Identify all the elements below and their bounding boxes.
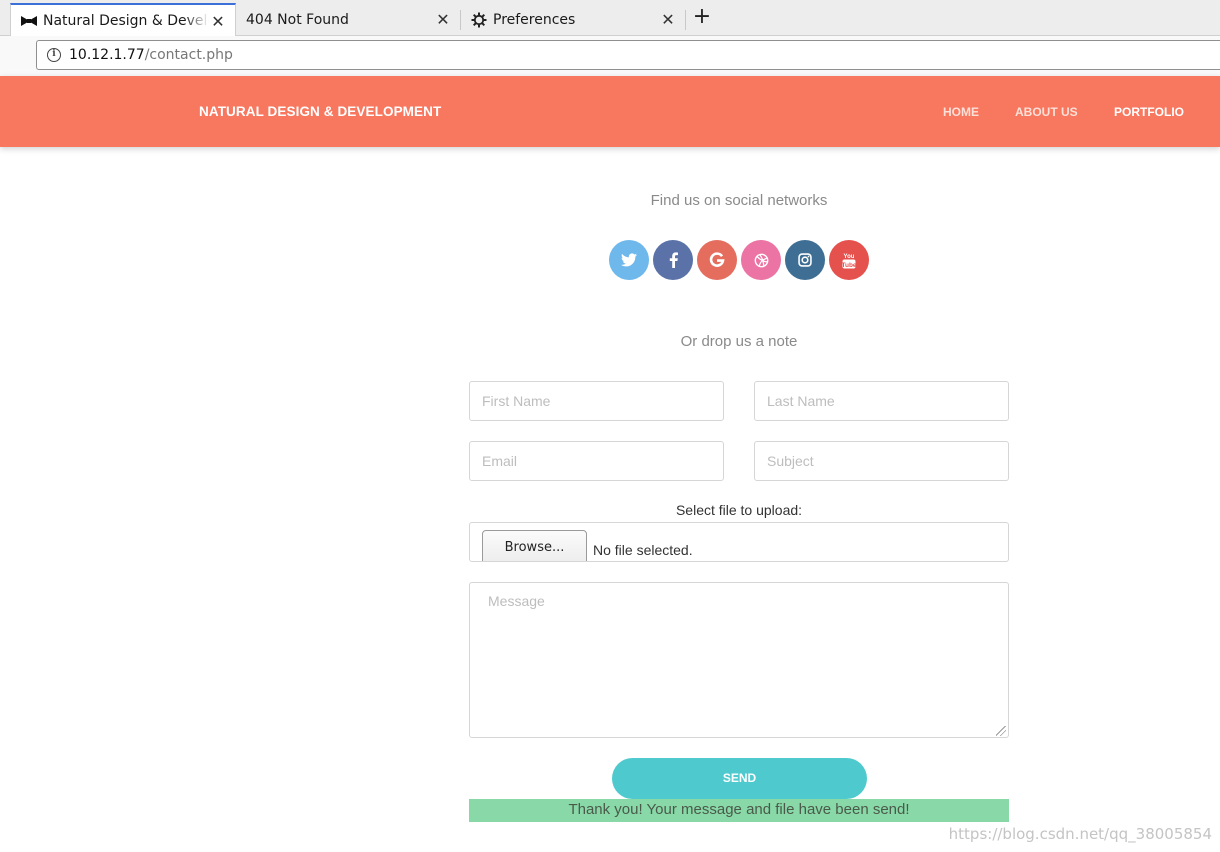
success-message: Thank you! Your message and file have be… [469,799,1009,822]
message-field[interactable] [469,582,1009,738]
social-heading: Find us on social networks [650,192,828,209]
tab-separator [685,10,686,30]
tab-natural-design[interactable]: Natural Design & Develop ✕ [10,3,236,37]
tab-404-not-found[interactable]: 404 Not Found ✕ [236,3,460,36]
nav-portfolio[interactable]: PORTFOLIO [1114,105,1184,119]
site-brand-link[interactable]: NATURAL DESIGN & DEVELOPMENT [199,104,441,119]
file-upload-field: Browse... No file selected. [469,522,1009,562]
google-icon[interactable] [697,240,737,280]
last-name-field[interactable] [754,381,1009,421]
social-links: You Tube [609,240,869,280]
email-field[interactable] [469,441,724,481]
url-path: /contact.php [144,47,233,63]
address-bar[interactable]: i 10.12.1.77/contact.php [36,40,1220,70]
browse-button[interactable]: Browse... [482,530,587,561]
facebook-icon[interactable] [653,240,693,280]
bowtie-icon [21,13,37,29]
send-button[interactable]: SEND [612,758,867,799]
nav-home[interactable]: HOME [943,105,979,119]
site-header: NATURAL DESIGN & DEVELOPMENT HOME ABOUT … [0,76,1220,147]
subject-field[interactable] [754,441,1009,481]
close-icon[interactable]: ✕ [659,10,677,29]
tab-title: 404 Not Found [246,11,349,28]
tab-preferences[interactable]: Preferences ✕ [461,3,685,36]
browser-tab-bar: Natural Design & Develop ✕ 404 Not Found… [0,0,1220,37]
instagram-icon[interactable] [785,240,825,280]
nav-about-us[interactable]: ABOUT US [1015,105,1078,119]
tab-title: Natural Design & Develop [43,13,209,29]
file-status-text: No file selected. [593,542,693,558]
note-heading: Or drop us a note [680,333,798,350]
close-icon[interactable]: ✕ [209,12,227,31]
first-name-field[interactable] [469,381,724,421]
info-icon[interactable]: i [47,48,61,62]
resize-grip-icon[interactable] [996,726,1006,736]
dribbble-icon[interactable] [741,240,781,280]
gear-icon [471,12,487,28]
svg-text:Tube: Tube [842,262,856,269]
youtube-icon[interactable]: You Tube [829,240,869,280]
svg-text:You: You [844,254,855,260]
new-tab-button[interactable]: + [690,6,714,30]
twitter-icon[interactable] [609,240,649,280]
url-host: 10.12.1.77 [69,47,145,63]
watermark: https://blog.csdn.net/qq_38005854 [948,825,1212,843]
upload-label: Select file to upload: [675,502,803,518]
tab-title: Preferences [493,11,576,28]
close-icon[interactable]: ✕ [434,10,452,29]
url-text: 10.12.1.77/contact.php [69,47,233,63]
